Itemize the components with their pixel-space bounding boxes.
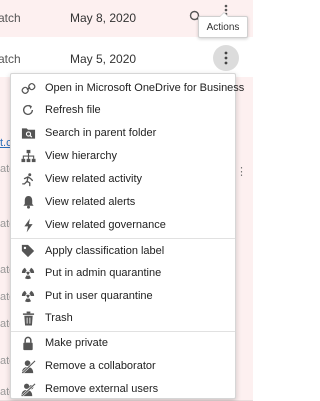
menu-item-apply-classification-label[interactable]: Apply classification label — [11, 240, 235, 262]
more-options-icon[interactable]: ⋮ — [236, 165, 247, 178]
row-cell-truncated: atch — [0, 11, 21, 25]
trash-icon — [20, 310, 36, 326]
menu-item-label: View hierarchy — [45, 150, 117, 162]
menu-item-label: Trash — [45, 312, 73, 324]
menu-item-admin-quarantine[interactable]: Put in admin quarantine — [11, 262, 235, 284]
radiation-icon — [20, 288, 36, 304]
lock-icon — [20, 335, 36, 351]
menu-item-make-private[interactable]: Make private — [11, 332, 235, 354]
folder-search-icon — [20, 125, 36, 141]
row-date: May 8, 2020 — [70, 11, 137, 25]
menu-item-search-parent-folder[interactable]: Search in parent folder — [11, 122, 235, 144]
actions-tooltip: Actions — [198, 12, 248, 38]
menu-item-remove-external-users[interactable]: Remove external users — [11, 378, 235, 400]
menu-item-label: Remove external users — [45, 383, 159, 395]
menu-item-open-onedrive[interactable]: Open in Microsoft OneDrive for Business — [11, 77, 244, 99]
link-icon — [20, 80, 36, 96]
more-options-icon — [224, 51, 228, 65]
menu-item-label: Put in user quarantine — [45, 290, 153, 302]
menu-item-label: Make private — [45, 337, 108, 349]
bell-icon — [20, 194, 36, 210]
menu-item-label: Refresh file — [45, 104, 101, 116]
menu-item-user-quarantine[interactable]: Put in user quarantine — [11, 285, 235, 307]
menu-item-view-hierarchy[interactable]: View hierarchy — [11, 145, 235, 167]
menu-item-label: Open in Microsoft OneDrive for Business — [45, 82, 245, 94]
menu-item-label: View related governance — [45, 219, 166, 231]
menu-item-label: Put in admin quarantine — [45, 267, 162, 279]
menu-item-label: Apply classification label — [45, 245, 165, 257]
row-cell-truncated: atch — [0, 52, 21, 66]
menu-item-refresh-file[interactable]: Refresh file — [11, 99, 235, 121]
users-remove-icon — [20, 381, 36, 397]
menu-item-label: Search in parent folder — [45, 127, 157, 139]
menu-item-label: Remove a collaborator — [45, 360, 156, 372]
menu-divider — [11, 238, 235, 239]
hierarchy-icon — [20, 148, 36, 164]
menu-item-remove-collaborator[interactable]: Remove a collaborator — [11, 355, 235, 377]
menu-item-view-related-governance[interactable]: View related governance — [11, 214, 235, 236]
menu-item-label: View related alerts — [45, 196, 136, 208]
tag-icon — [20, 243, 36, 259]
lightning-icon — [20, 217, 36, 233]
radiation-icon — [20, 265, 36, 281]
refresh-icon — [20, 102, 36, 118]
row-date: May 5, 2020 — [70, 52, 137, 66]
actions-menu: Open in Microsoft OneDrive for Business … — [10, 73, 244, 400]
menu-item-view-related-alerts[interactable]: View related alerts — [11, 191, 235, 213]
activity-icon — [20, 171, 36, 187]
user-remove-icon — [20, 358, 36, 374]
actions-button[interactable] — [213, 45, 239, 71]
menu-item-label: View related activity — [45, 173, 143, 185]
menu-item-view-related-activity[interactable]: View related activity — [11, 168, 235, 190]
tooltip-label: Actions — [206, 21, 240, 33]
menu-item-trash[interactable]: Trash — [11, 307, 235, 329]
